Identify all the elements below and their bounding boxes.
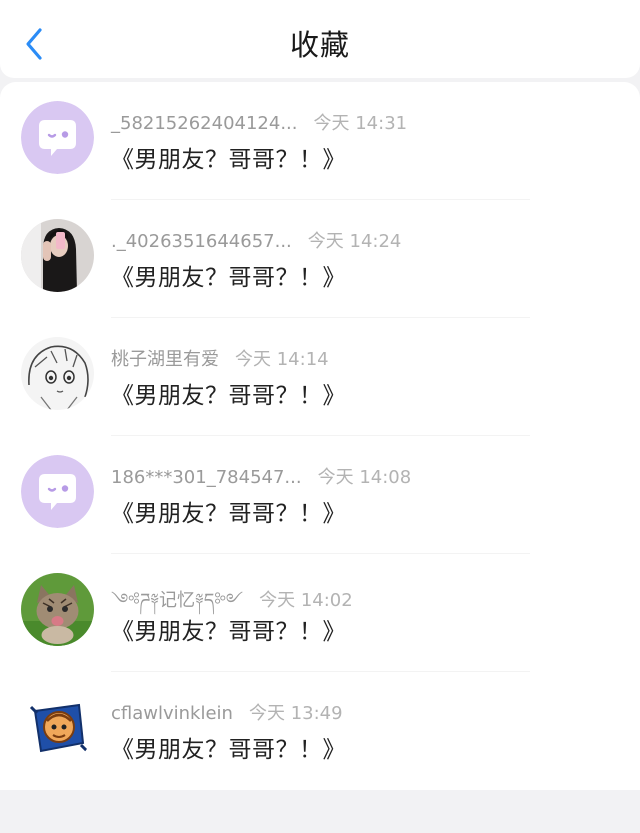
favorite-title[interactable]: 《男朋友？哥哥？！》 xyxy=(111,494,346,528)
chat-bubble-icon xyxy=(21,455,94,528)
list-item[interactable]: 186***301_784547... 今天 14:08 《男朋友？哥哥？！》 xyxy=(0,436,640,554)
chat-bubble-icon xyxy=(21,101,94,174)
list-item[interactable]: ._4026351644657... 今天 14:24 《男朋友？哥哥？！》 xyxy=(0,200,640,318)
favorite-title[interactable]: 《男朋友？哥哥？！》 xyxy=(111,258,346,292)
list-item[interactable]: 桃子湖里有爱 今天 14:14 《男朋友？哥哥？！》 xyxy=(0,318,640,436)
user-avatar[interactable] xyxy=(21,219,94,292)
cartoon-badge-icon xyxy=(21,691,94,764)
username[interactable]: 186***301_784547... xyxy=(111,467,302,488)
item-meta: _58215262404124... 今天 14:31 xyxy=(111,109,407,135)
user-avatar[interactable] xyxy=(21,337,94,410)
username[interactable]: ._4026351644657... xyxy=(111,231,292,252)
user-avatar[interactable] xyxy=(21,573,94,646)
kitten-photo-icon xyxy=(21,573,94,646)
list-item[interactable]: cflawlvinklein 今天 13:49 《男朋友？哥哥？！》 xyxy=(0,672,640,790)
favorite-title[interactable]: 《男朋友？哥哥？！》 xyxy=(111,140,346,174)
timestamp: 今天 13:49 xyxy=(248,703,343,724)
list-item[interactable]: ༺ཌ༈记忆༈ད༻ 今天 14:02 《男朋友？哥哥？！》 xyxy=(0,554,640,672)
favorite-title[interactable]: 《男朋友？哥哥？！》 xyxy=(111,730,346,764)
page-title: 收藏 xyxy=(289,28,350,62)
favorite-title[interactable]: 《男朋友？哥哥？！》 xyxy=(111,376,346,410)
favorites-list: _58215262404124... 今天 14:31 《男朋友？哥哥？！》 ._… xyxy=(0,82,640,790)
username[interactable]: _58215262404124... xyxy=(111,113,298,134)
item-meta: 桃子湖里有爱 今天 14:14 xyxy=(111,345,329,371)
default-avatar[interactable] xyxy=(21,101,94,174)
user-avatar[interactable] xyxy=(21,691,94,764)
username[interactable]: 桃子湖里有爱 xyxy=(111,345,219,371)
item-meta: 186***301_784547... 今天 14:08 xyxy=(111,463,411,489)
timestamp: 今天 14:14 xyxy=(235,349,329,370)
timestamp: 今天 14:31 xyxy=(313,113,408,134)
item-meta: ._4026351644657... 今天 14:24 xyxy=(111,227,401,253)
list-item[interactable]: _58215262404124... 今天 14:31 《男朋友？哥哥？！》 xyxy=(0,82,640,200)
nav-bar: 收藏 xyxy=(0,0,640,78)
photo-avatar-icon xyxy=(21,219,94,292)
favorite-title[interactable]: 《男朋友？哥哥？！》 xyxy=(111,612,346,646)
default-avatar[interactable] xyxy=(21,455,94,528)
timestamp: 今天 14:08 xyxy=(317,467,412,488)
anime-sketch-icon xyxy=(21,337,94,410)
item-meta: cflawlvinklein 今天 13:49 xyxy=(111,699,343,725)
timestamp: 今天 14:24 xyxy=(307,231,402,252)
username[interactable]: cflawlvinklein xyxy=(111,703,233,724)
timestamp: 今天 14:02 xyxy=(259,590,353,611)
